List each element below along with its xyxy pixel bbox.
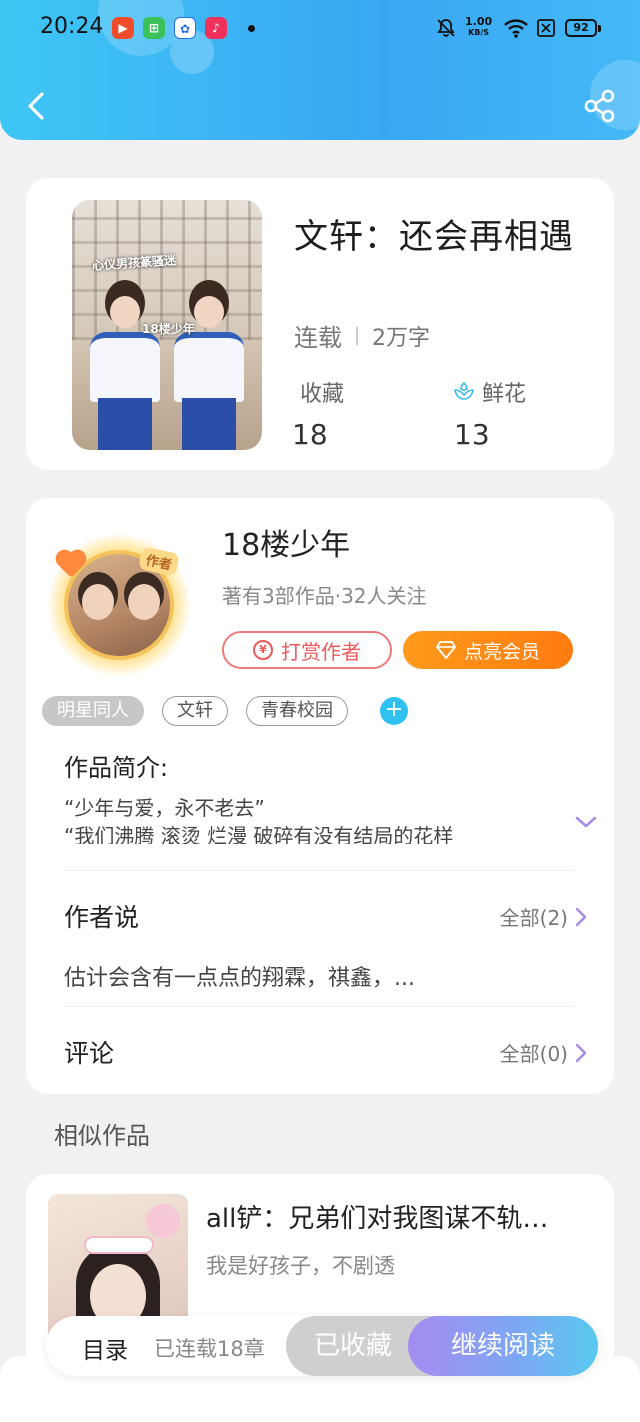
comments-more-label: 全部(0)	[499, 1042, 568, 1066]
divider	[64, 870, 574, 871]
video-app-icon: ▶	[112, 17, 134, 39]
intro-title: 作品简介:	[64, 754, 169, 782]
divider	[64, 1006, 574, 1007]
wifi-icon	[504, 19, 528, 38]
comments-more-link[interactable]: 全部(0)	[500, 1038, 588, 1067]
back-button[interactable]	[22, 86, 52, 126]
flower-icon	[454, 381, 474, 400]
notification-dot-icon	[248, 25, 255, 32]
store-app-icon: ⊞	[143, 17, 165, 39]
intro-line: “少年与爱，永不老去”	[64, 796, 265, 820]
chevron-right-icon	[575, 907, 587, 926]
similar-work-title: all铲：兄弟们对我图谋不轨…	[206, 1204, 549, 1234]
diamond-icon	[436, 641, 456, 659]
vip-label: 点亮会员	[463, 640, 540, 663]
flowers-count: 13	[454, 418, 490, 451]
meta-divider	[356, 326, 358, 345]
cover-person	[86, 280, 164, 450]
similar-works-heading: 相似作品	[54, 1122, 150, 1150]
comments-title: 评论	[64, 1039, 115, 1068]
toc-button[interactable]: 目录	[82, 1331, 128, 1365]
author-says-title: 作者说	[64, 903, 140, 932]
intro-line: “我们沸腾 滚烫 烂漫 破碎有没有结局的花样	[64, 824, 454, 844]
author-info: 著有3部作品·32人关注	[222, 584, 427, 608]
cover-person	[170, 280, 248, 450]
author-says-more-label: 全部(2)	[499, 906, 568, 930]
book-status: 连载	[294, 324, 342, 352]
flowers-label: 鲜花	[482, 382, 527, 407]
battery-indicator: 92	[565, 19, 601, 37]
intro-text[interactable]: “少年与爱，永不老去” “我们沸腾 滚烫 烂漫 破碎有没有结局的花样	[64, 794, 544, 844]
continue-reading-button[interactable]: 继续阅读	[408, 1316, 598, 1376]
tag-item[interactable]: 青春校园	[246, 696, 348, 726]
book-title: 文轩：还会再相遇	[294, 217, 574, 257]
status-bar: 20:24 ▶ ⊞ ✿ ♪ 1.00 KB/S 92	[0, 0, 640, 56]
book-cover-image[interactable]: 心仪男孩篆骚迷 18楼少年	[72, 200, 262, 450]
author-says-text[interactable]: 估计会含有一点点的翔霖，祺鑫，...	[64, 960, 415, 992]
chevron-right-icon	[575, 1043, 587, 1062]
author-avatar[interactable]: 作者	[48, 534, 190, 676]
favorites-count: 18	[292, 418, 328, 451]
network-speed-unit: KB/S	[468, 28, 490, 37]
reward-author-button[interactable]: ¥ 打赏作者	[222, 631, 392, 669]
status-time: 20:24	[40, 14, 104, 39]
reward-author-label: 打赏作者	[281, 639, 361, 664]
tag-item[interactable]: 明星同人	[42, 696, 144, 726]
bottom-action-bar: 目录 已连载18章 已收藏 继续阅读	[46, 1316, 598, 1376]
mute-bell-icon	[437, 19, 455, 37]
tag-list: 明星同人 文轩 青春校园 +	[42, 696, 408, 726]
author-says-more-link[interactable]: 全部(2)	[500, 902, 588, 931]
cover-caption-mid: 18楼少年	[142, 322, 195, 336]
no-sim-icon	[537, 19, 555, 37]
yen-icon: ¥	[253, 640, 273, 660]
network-speed: 1.00 KB/S	[465, 16, 492, 38]
author-name[interactable]: 18楼少年	[222, 520, 350, 564]
flowers-stat[interactable]: 鲜花	[452, 376, 526, 408]
similar-work-desc: 我是好孩子，不剧透	[206, 1254, 395, 1278]
share-button[interactable]	[582, 88, 618, 124]
activate-vip-button[interactable]: 点亮会员	[403, 631, 573, 669]
network-speed-value: 1.00	[465, 15, 493, 28]
header: 20:24 ▶ ⊞ ✿ ♪ 1.00 KB/S 92	[0, 0, 640, 140]
book-info-card: 心仪男孩篆骚迷 18楼少年 文轩：还会再相遇 连载 2万字 收藏 18 鲜花 1…	[26, 178, 614, 470]
baidu-app-icon: ✿	[174, 17, 196, 39]
tag-item[interactable]: 文轩	[162, 696, 228, 726]
add-tag-button[interactable]: +	[380, 697, 408, 725]
author-detail-card: 作者 18楼少年 著有3部作品·32人关注 ¥ 打赏作者 点亮会员 明星同人 文…	[26, 498, 614, 1094]
favorites-label: 收藏	[300, 382, 345, 407]
book-meta: 连载 2万字	[294, 318, 430, 353]
chevron-down-icon[interactable]	[574, 814, 598, 830]
book-word-count: 2万字	[372, 325, 430, 351]
music-app-icon: ♪	[205, 17, 227, 39]
chapter-count: 已连载18章	[154, 1337, 265, 1361]
